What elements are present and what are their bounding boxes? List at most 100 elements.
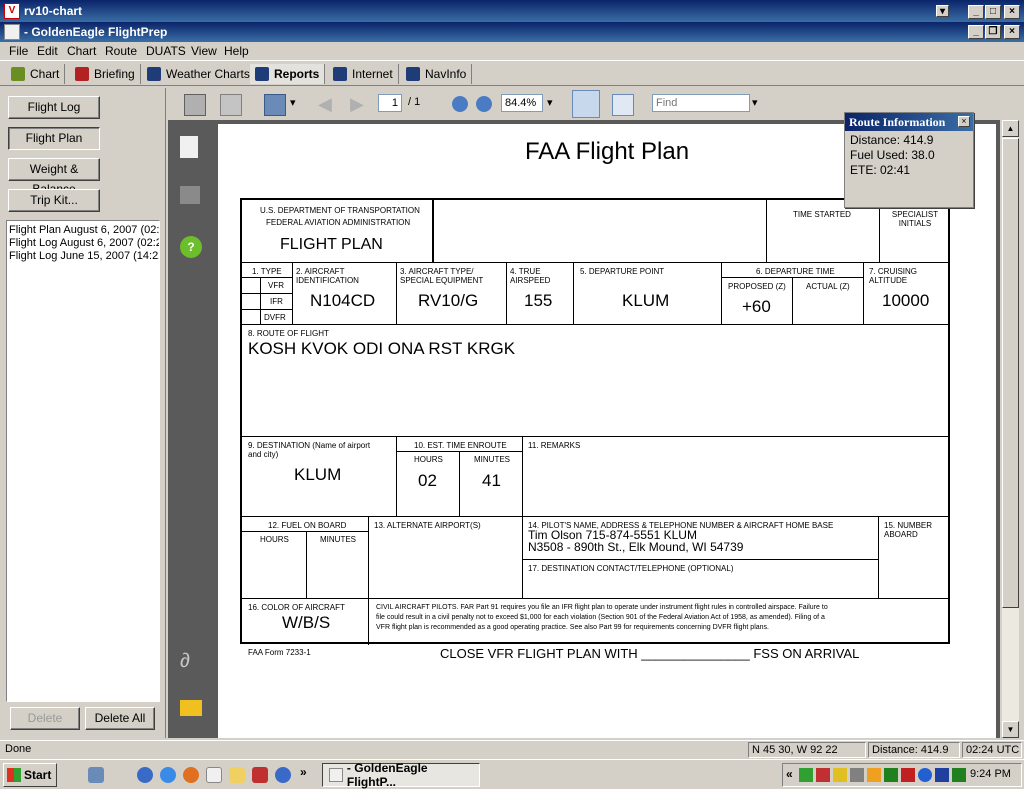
start-button[interactable]: Start [3,763,57,787]
route-info-distance: Distance: 414.9 [850,133,934,147]
help-icon[interactable]: ? [180,236,202,258]
saved-reports-list: Flight Plan August 6, 2007 (02:2 Flight … [6,220,160,702]
scroll-thumb[interactable] [1002,138,1019,608]
search-dropdown-icon[interactable]: ▾ [290,96,296,109]
scroll-up-icon[interactable]: ▲ [1002,120,1019,137]
list-item[interactable]: Flight Log August 6, 2007 (02:2 [7,237,159,250]
tab-navinfo-label: NavInfo [425,67,467,81]
menu-route[interactable]: Route [105,44,137,58]
navinfo-icon [406,67,420,81]
list-item[interactable]: Flight Log June 15, 2007 (14:22 [7,250,159,263]
outer-maximize-button[interactable]: □ [985,5,1001,19]
meter-icon[interactable] [884,768,898,782]
briefcase-icon[interactable] [252,767,268,783]
trip-kit-button[interactable]: Trip Kit... [8,189,100,212]
compass-icon[interactable] [275,767,291,783]
scroll-down-icon[interactable]: ▼ [1002,721,1019,738]
pilot-line2: N3508 - 890th St., Elk Mound, WI 54739 [528,540,744,554]
vertical-scrollbar[interactable]: ▲ ▼ [1002,120,1019,738]
desktop-icon[interactable] [88,767,104,783]
form-number: FAA Form 7233-1 [248,648,311,657]
zoom-input[interactable] [501,94,543,112]
folder-icon[interactable] [229,767,245,783]
tab-chart[interactable]: Chart [6,64,66,84]
attachment-icon[interactable]: ∂ [180,650,202,672]
dest-contact-label: 17. DESTINATION CONTACT/TELEPHONE (OPTIO… [528,564,734,573]
comments-icon[interactable] [180,700,202,716]
firefox-icon[interactable] [183,767,199,783]
viewer-side-strip: ? ∂ [168,120,214,738]
menu-view[interactable]: View [191,44,217,58]
document-page: FAA Flight Plan U.S. DEPARTMENT OF TRANS… [218,124,996,738]
quicklaunch-chevron[interactable]: » [300,765,307,779]
system-tray: « 9:24 PM [782,763,1022,787]
menu-file[interactable]: File [9,44,28,58]
route-info-panel: Route Information × Distance: 414.9 Fuel… [844,112,974,208]
delete-all-button[interactable]: Delete All [85,707,155,730]
binoculars-icon[interactable] [180,186,200,204]
find-input[interactable] [652,94,750,112]
outer-minimize-button[interactable]: _ [968,5,984,19]
print-icon[interactable] [184,94,206,116]
close-icon[interactable]: × [958,116,970,127]
tab-reports[interactable]: Reports [250,64,326,84]
altitude-value: 10000 [882,291,930,310]
network-icon[interactable] [799,768,813,782]
app-tray-icon[interactable] [901,768,915,782]
weight-balance-button[interactable]: Weight & Balance [8,158,100,196]
ete-minutes-label: MINUTES [474,455,510,464]
save-icon[interactable] [220,94,242,116]
departure-point-label: 5. DEPARTURE POINT [580,267,665,276]
fit-page-icon[interactable] [612,94,634,116]
menu-duats[interactable]: DUATS [146,44,186,58]
duats-quick-icon[interactable] [206,767,222,783]
aircraft-type-value: RV10/G [418,291,479,310]
inner-minimize-button[interactable]: _ [968,25,984,39]
outer-window-title: rv10-chart [24,4,83,18]
outer-close-button[interactable]: × [1004,5,1020,19]
zoom-dropdown-icon[interactable]: ▾ [547,96,553,109]
inner-close-button[interactable]: × [1004,25,1020,39]
menu-chart[interactable]: Chart [67,44,96,58]
civil-pilots-text: CIVIL AIRCRAFT PILOTS. FAR Part 91 requi… [376,604,828,631]
outer-title-bar: V rv10-chart ▾ _ □ × [0,0,1024,22]
list-item[interactable]: Flight Plan August 6, 2007 (02:2 [7,224,159,237]
outer-menu-icon[interactable]: ▾ [936,5,949,17]
status-text: Done [5,743,32,755]
prev-page-icon[interactable]: ◀ [318,94,340,116]
search-doc-icon[interactable] [264,94,286,116]
find-dropdown-icon[interactable]: ▾ [752,96,758,109]
taskbar-window-button[interactable]: - GoldenEagle FlightP... [322,761,480,789]
tab-internet[interactable]: Internet [328,64,399,84]
search-tray-icon[interactable] [833,768,847,782]
next-page-icon[interactable]: ▶ [350,94,372,116]
tab-weather-charts[interactable]: Weather Charts [142,64,256,84]
quicklaunch-icon-1[interactable] [137,767,153,783]
bluetooth-icon[interactable] [918,768,932,782]
update-icon[interactable] [867,768,881,782]
route-info-title-bar: Route Information × [845,113,973,131]
delete-button[interactable]: Delete [10,707,80,730]
ie-icon[interactable] [160,767,176,783]
inner-restore-button[interactable]: ❐ [985,25,1001,39]
display-icon[interactable] [935,768,949,782]
tools-icon[interactable] [850,768,864,782]
flight-log-button[interactable]: Flight Log [8,96,100,119]
menu-help[interactable]: Help [224,44,249,58]
tray-chevron[interactable]: « [786,767,793,781]
app-icon: V [4,3,20,19]
security-icon[interactable] [816,768,830,782]
fit-width-icon[interactable] [572,90,600,118]
tab-navinfo[interactable]: NavInfo [401,64,473,84]
zoom-out-icon[interactable] [452,96,468,112]
zoom-in-icon[interactable] [476,96,492,112]
tab-weather-charts-label: Weather Charts [166,67,250,81]
remarks-label: 11. REMARKS [528,441,581,450]
page-number-input[interactable] [378,94,402,112]
pages-icon[interactable] [180,136,198,158]
menu-edit[interactable]: Edit [37,44,58,58]
weather-icon [147,67,161,81]
v-app-icon[interactable] [952,768,966,782]
tab-briefing[interactable]: Briefing [70,64,141,84]
flight-plan-button[interactable]: Flight Plan [8,127,100,150]
